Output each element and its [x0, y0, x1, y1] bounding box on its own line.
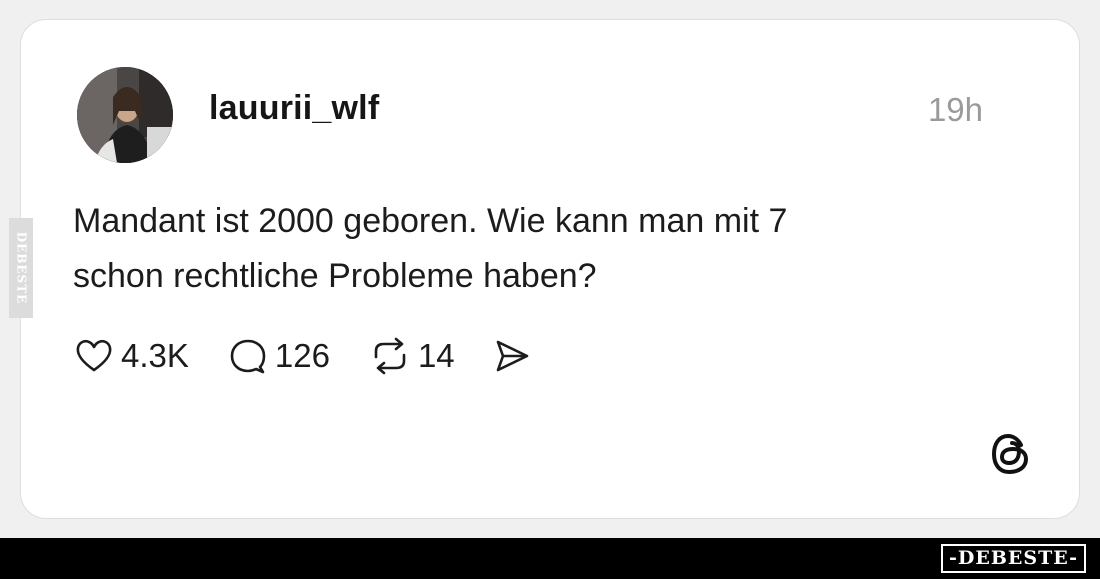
action-bar: 4.3K 126 14 [75, 334, 531, 378]
like-button[interactable]: 4.3K [75, 337, 189, 375]
timestamp: 19h [927, 91, 983, 128]
side-watermark: DEBESTE [9, 218, 33, 318]
side-watermark-text: DEBESTE [14, 231, 28, 305]
send-icon [496, 340, 528, 372]
repost-icon [374, 337, 406, 375]
comment-bubble-icon [230, 339, 266, 374]
repost-count: 14 [417, 337, 455, 374]
avatar[interactable] [77, 67, 173, 163]
like-count: 4.3K [121, 337, 189, 374]
post-text-line-2: schon rechtliche Probleme haben? [73, 257, 597, 295]
heart-icon [76, 339, 112, 372]
post-text-line-1: Mandant ist 2000 geboren. Wie kann man m… [73, 202, 788, 240]
debeste-watermark: -DEBESTE- [941, 544, 1086, 573]
share-button[interactable] [493, 338, 531, 374]
reply-count: 126 [274, 337, 330, 374]
bottom-bar: -DEBESTE- [0, 538, 1100, 579]
post-text: Mandant ist 2000 geboren. Wie kann man m… [73, 194, 973, 304]
repost-button[interactable]: 14 [370, 337, 455, 375]
post-card: lauurii_wlf 19h Mandant ist 2000 geboren… [20, 19, 1080, 519]
reply-button[interactable]: 126 [229, 337, 330, 375]
username[interactable]: lauurii_wlf [209, 89, 379, 128]
threads-logo-icon[interactable] [987, 430, 1035, 478]
